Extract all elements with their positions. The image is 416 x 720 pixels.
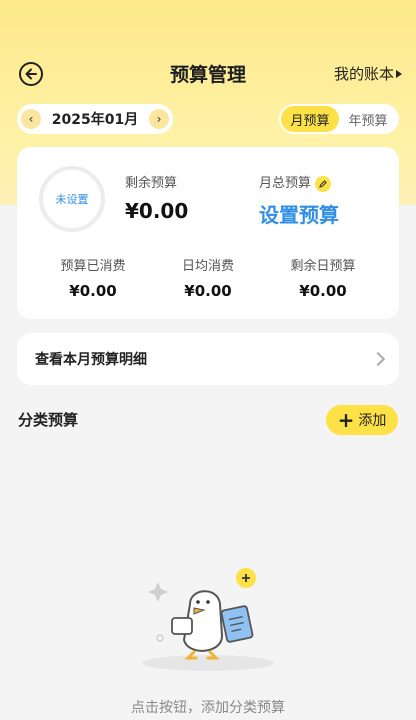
add-category-button[interactable]: + 添加 [326, 405, 398, 435]
total-budget-row[interactable]: 月总预算 [259, 172, 332, 192]
set-budget-button[interactable]: 设置预算 [259, 199, 339, 228]
budget-summary-card: 未设置 剩余预算 ¥0.00 月总预算 设置预算 预算已消费 ¥0.00 日均消… [17, 147, 399, 319]
chevron-left-icon: ‹ [28, 112, 34, 126]
next-month-button[interactable]: › [148, 109, 169, 129]
remaining-budget-label: 剩余预算 [125, 176, 178, 191]
my-ledger-button[interactable]: 我的账本 [334, 63, 402, 84]
stat-consumed-label: 预算已消费 [60, 259, 126, 274]
stat-daily-average: 日均消费 ¥0.00 [148, 255, 268, 300]
my-ledger-label: 我的账本 [333, 65, 394, 83]
tab-yearly-budget[interactable]: 年预算 [339, 106, 397, 132]
remaining-budget-value: ¥0.00 [125, 199, 189, 223]
ring-status: 未设置 [55, 193, 89, 206]
period-toggle: 月预算 年预算 [279, 104, 399, 134]
edit-icon[interactable] [315, 175, 332, 192]
stat-consumed-value: ¥0.00 [69, 282, 117, 300]
stat-remaining-daily-value: ¥0.00 [299, 282, 347, 300]
plus-icon: + [337, 408, 355, 432]
stat-daily-average-value: ¥0.00 [184, 282, 232, 300]
monthly-detail-label: 查看本月预算明细 [35, 352, 147, 368]
add-category-label: 添加 [358, 413, 387, 429]
month-picker: ‹ 2025年01月 › [17, 104, 173, 134]
stat-consumed: 预算已消费 ¥0.00 [33, 255, 153, 300]
caret-right-icon [396, 69, 402, 78]
duck-illustration [142, 568, 274, 671]
chevron-right-icon [370, 351, 386, 367]
monthly-detail-row[interactable]: 查看本月预算明细 [17, 333, 399, 385]
stat-remaining-daily: 剩余日预算 ¥0.00 [263, 255, 383, 300]
budget-progress-ring: 未设置 [39, 166, 105, 232]
current-month: 2025年01月 [51, 112, 139, 128]
prev-month-button[interactable]: ‹ [21, 109, 41, 129]
stat-remaining-daily-label: 剩余日预算 [290, 259, 356, 274]
tab-monthly-budget[interactable]: 月预算 [281, 106, 339, 132]
chevron-right-icon: › [156, 112, 162, 126]
stat-daily-average-label: 日均消费 [181, 259, 234, 274]
empty-state-text: 点击按钮，添加分类预算 [131, 700, 285, 716]
total-budget-label: 月总预算 [259, 176, 312, 191]
category-budget-title: 分类预算 [18, 411, 79, 429]
